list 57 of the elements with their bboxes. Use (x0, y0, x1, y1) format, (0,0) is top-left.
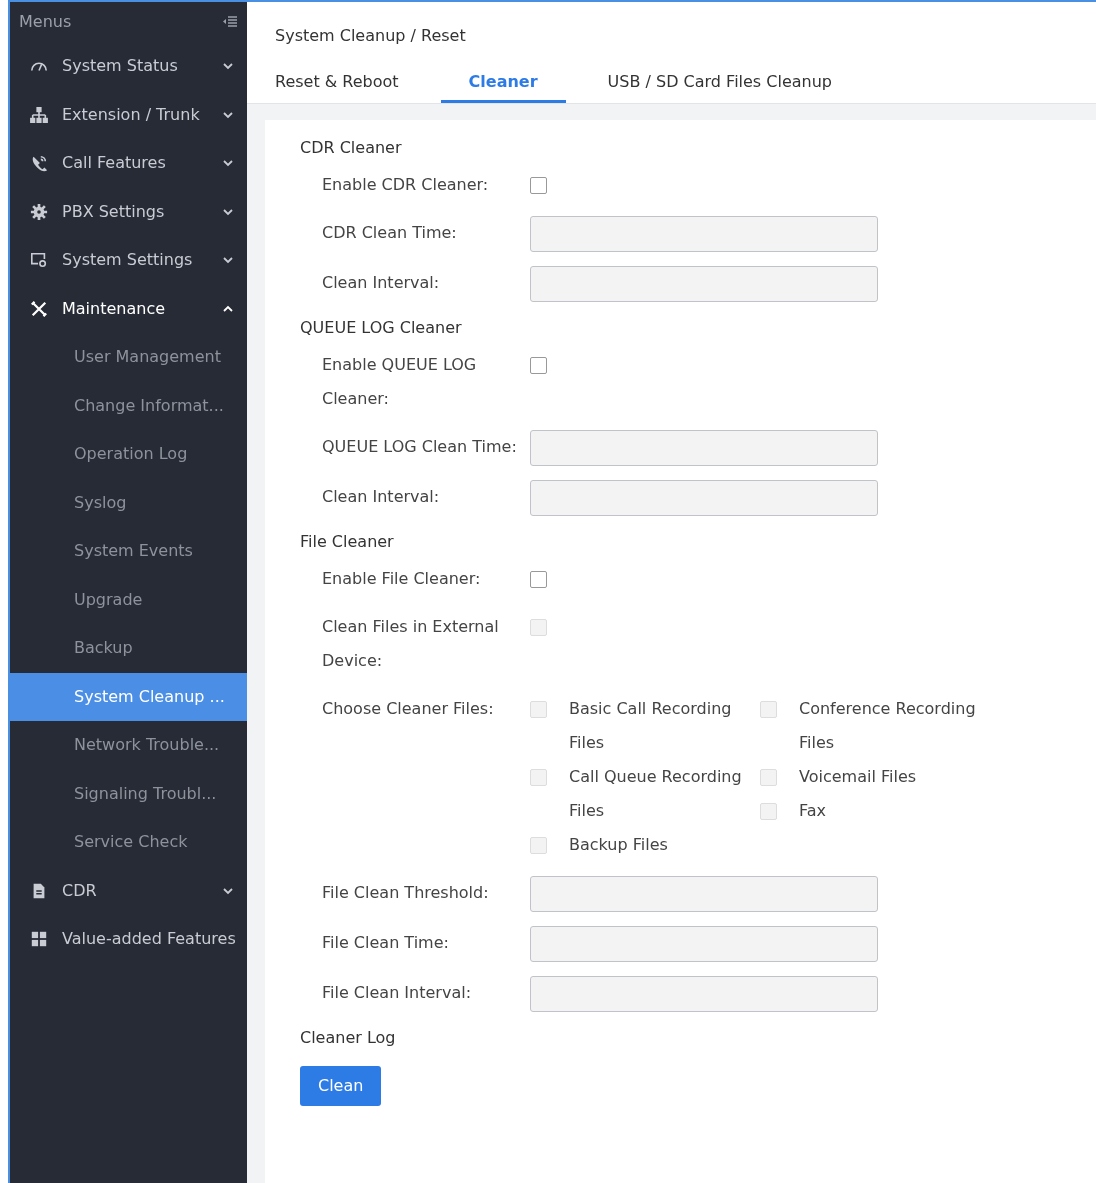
field-label: Clean Files in External Device: (321, 616, 500, 672)
field-label: Enable CDR Cleaner: (321, 174, 490, 196)
phone-icon (30, 154, 48, 173)
tab[interactable]: Reset & Reboot (275, 70, 399, 103)
collapse-menu-icon[interactable] (223, 16, 237, 28)
option-label: Call Queue Recording Files (569, 766, 743, 822)
tab[interactable]: USB / SD Card Files Cleanup (607, 70, 832, 103)
section-title: QUEUE LOG Cleaner (300, 317, 463, 339)
checkbox[interactable] (530, 571, 547, 588)
sidebar-item[interactable]: CDR (10, 866, 247, 915)
field-label: File Clean Threshold: (321, 882, 490, 904)
sidebar-subitem[interactable]: System Cleanup ... (10, 672, 247, 721)
network-icon (30, 105, 48, 124)
grid-icon (30, 930, 48, 949)
option-label: Conference Recording Files (799, 698, 977, 754)
field-label: CDR Clean Time: (321, 222, 458, 244)
sidebar-item[interactable]: Value-added Features (10, 915, 247, 964)
sidebar-item[interactable]: System Settings (10, 236, 247, 285)
option-label: Voicemail Files (799, 766, 917, 788)
field-label: File Clean Time: (321, 932, 450, 954)
sidebar-subitem[interactable]: Syslog (10, 478, 247, 527)
tab[interactable]: Cleaner (440, 70, 566, 103)
section-title: Cleaner Log (300, 1027, 397, 1049)
sidebar-item[interactable]: PBX Settings (10, 187, 247, 236)
field-label: Enable File Cleaner: (321, 568, 482, 590)
field-label: Enable QUEUE LOG Cleaner: (321, 354, 478, 410)
checkbox[interactable] (530, 177, 547, 194)
field-label: Clean Interval: (321, 272, 441, 294)
option-label: Basic Call Recording Files (569, 698, 733, 754)
sidebar-item[interactable]: Maintenance (10, 284, 247, 333)
sidebar-subitem[interactable]: Service Check (10, 818, 247, 867)
option-label: Backup Files (569, 834, 668, 856)
sidebar-subitem[interactable]: System Events (10, 527, 247, 576)
monitor-gear-icon (30, 251, 48, 270)
sidebar-item[interactable]: Call Features (10, 139, 247, 188)
sidebar-subitem[interactable]: User Management (10, 333, 247, 382)
field-label: Clean Interval: (321, 486, 441, 508)
field-label: Choose Cleaner Files: (321, 698, 495, 720)
gear-icon (30, 202, 48, 221)
clean-button[interactable]: Clean (300, 1066, 382, 1106)
sidebar-subitem[interactable]: Upgrade (10, 575, 247, 624)
sidebar-item[interactable]: Extension / Trunk (10, 90, 247, 139)
tools-icon (30, 299, 48, 318)
section-title: CDR Cleaner (300, 137, 403, 159)
sidebar-item[interactable]: System Status (10, 42, 247, 91)
sidebar-subitem[interactable]: Signaling Troubl... (10, 769, 247, 818)
sidebar-subitem[interactable]: Change Informat... (10, 381, 247, 430)
sidebar-subitem[interactable]: Backup (10, 624, 247, 673)
field-label: QUEUE LOG Clean Time: (321, 436, 518, 458)
field-label: File Clean Interval: (321, 982, 472, 1004)
section-title: File Cleaner (300, 531, 395, 553)
checkbox[interactable] (530, 357, 547, 374)
sidebar-subitem[interactable]: Network Trouble... (10, 721, 247, 770)
option-label: Fax (799, 800, 826, 822)
sidebar-subitem[interactable]: Operation Log (10, 430, 247, 479)
sidebar-title: Menus (19, 11, 72, 33)
breadcrumb: System Cleanup / Reset (275, 25, 467, 47)
